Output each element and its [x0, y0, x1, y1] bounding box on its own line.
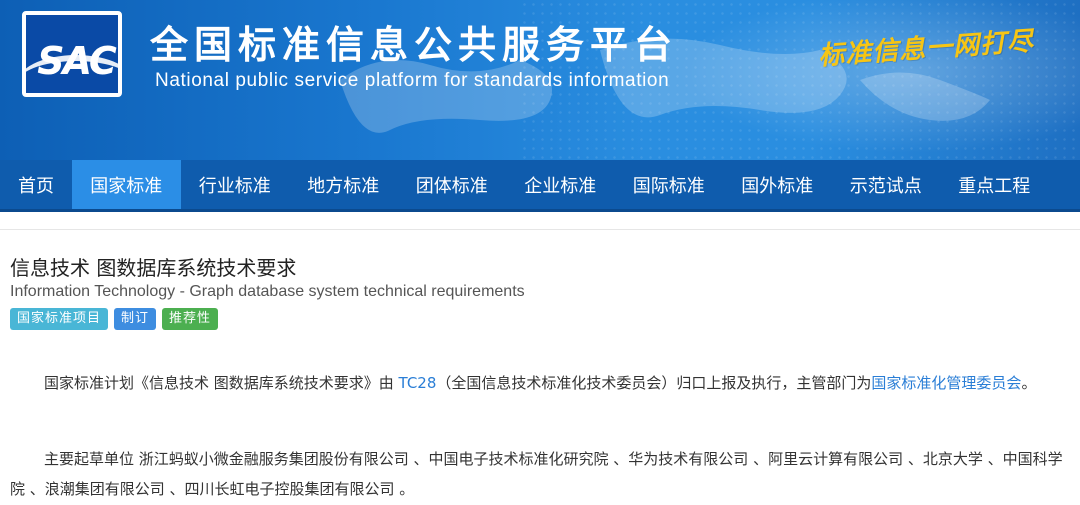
plan-description: 国家标准计划《信息技术 图数据库系统技术要求》由 TC28（全国信息技术标准化技…: [10, 368, 1072, 398]
sac-logo[interactable]: SAC: [22, 11, 122, 97]
nav-item-enterprise-standards[interactable]: 企业标准: [506, 160, 615, 209]
site-banner: SAC 全国标准信息公共服务平台 National public service…: [0, 0, 1080, 160]
standard-detail: 信息技术 图数据库系统技术要求 Information Technology -…: [0, 230, 1080, 505]
tc28-link[interactable]: TC28: [399, 374, 437, 392]
nav-item-industry-standards[interactable]: 行业标准: [181, 160, 290, 209]
authority-link[interactable]: 国家标准化管理委员会: [871, 374, 1021, 392]
nav-item-local-standards[interactable]: 地方标准: [289, 160, 398, 209]
main-nav: 首页 国家标准 行业标准 地方标准 团体标准 企业标准 国际标准 国外标准 示范…: [0, 160, 1080, 212]
nav-item-key-projects[interactable]: 重点工程: [940, 160, 1049, 209]
standard-tags: 国家标准项目 制订 推荐性: [10, 308, 219, 330]
nav-item-international-standards[interactable]: 国际标准: [615, 160, 724, 209]
nav-item-demonstration-pilots[interactable]: 示范试点: [832, 160, 941, 209]
tag-recommended: 推荐性: [162, 308, 219, 330]
nav-item-home[interactable]: 首页: [0, 160, 72, 209]
tag-revision-type: 制订: [114, 308, 157, 330]
plan-description-middle: （全国信息技术标准化技术委员会）归口上报及执行，主管部门为: [436, 374, 872, 392]
site-title-en: National public service platform for sta…: [155, 70, 670, 91]
tag-national-project: 国家标准项目: [10, 308, 109, 330]
nav-item-national-standards[interactable]: 国家标准: [72, 160, 181, 209]
standard-title-en: Information Technology - Graph database …: [10, 283, 525, 300]
site-title-cn: 全国标准信息公共服务平台: [150, 23, 679, 67]
logo-text: SAC: [37, 39, 117, 83]
nav-item-group-standards[interactable]: 团体标准: [398, 160, 507, 209]
plan-description-prefix: 国家标准计划《信息技术 图数据库系统技术要求》由: [44, 374, 399, 392]
standard-title: 信息技术 图数据库系统技术要求: [10, 256, 297, 280]
plan-description-suffix: 。: [1021, 374, 1037, 392]
nav-item-foreign-standards[interactable]: 国外标准: [723, 160, 832, 209]
drafting-units: 主要起草单位 浙江蚂蚁小微金融服务集团股份有限公司 、中国电子技术标准化研究院 …: [10, 450, 1063, 498]
